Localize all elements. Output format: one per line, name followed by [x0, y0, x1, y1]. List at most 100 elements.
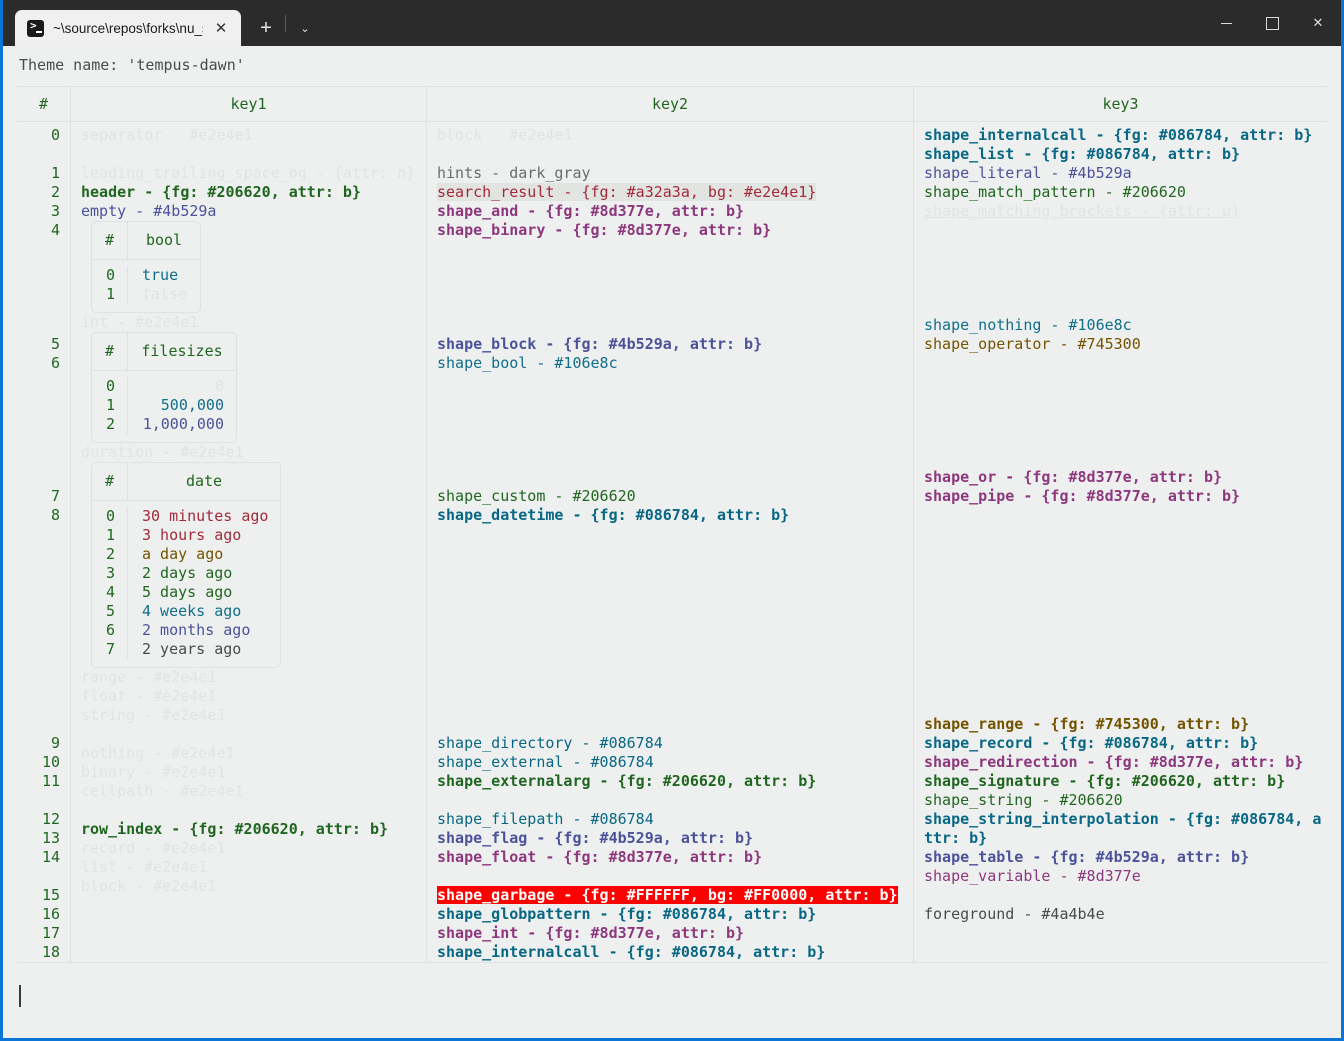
nested-row-value: 30 minutes ago: [142, 507, 269, 525]
nested-row-value: 0: [214, 377, 224, 395]
theme-entry: cellpath - #e2e4e1: [81, 782, 244, 800]
terminal-content[interactable]: Theme name: 'tempus-dawn' # key1 key2 ke…: [3, 46, 1341, 1038]
theme-entry: shape_string - #206620: [924, 791, 1123, 809]
theme-entry: shape_matching_brackets - {attr: u}: [924, 202, 1241, 220]
nested-row-value: a day ago: [142, 545, 224, 563]
theme-entry: empty - #4b529a: [81, 202, 217, 220]
theme-entry: row_index - {fg: #206620, attr: b}: [81, 820, 389, 838]
theme-entry: shape_list - {fg: #086784, attr: b}: [924, 145, 1241, 163]
theme-entry: list - #e2e4e1: [81, 858, 208, 876]
row-index-11: 11: [41, 772, 60, 790]
tab-nu-script[interactable]: ~\source\repos\forks\nu_scrip ✕: [15, 10, 241, 46]
maximize-button[interactable]: [1249, 0, 1295, 46]
theme-entry: shape_range - {fg: #745300, attr: b}: [924, 715, 1250, 733]
theme-entry: duration - #e2e4e1: [81, 443, 244, 461]
nested-row-value: 1,000,000: [142, 415, 224, 433]
theme-entry: shape_external - #086784: [437, 753, 654, 771]
theme-entry: shape_garbage - {fg: #FFFFFF, bg: #FF000…: [437, 886, 898, 904]
nested-table-holder: # bool 0 1 true false: [71, 221, 426, 313]
nested-row-value: 5 days ago: [142, 583, 233, 601]
nested-table-holder: # date 0 1 2 3 4 5 6 7 30 minutes ago 3 hours ago a …: [71, 462, 426, 668]
powershell-icon: [27, 19, 44, 37]
nested-row-index: 6: [105, 621, 115, 639]
theme-entry: shape_externalarg - {fg: #206620, attr: …: [437, 772, 817, 790]
theme-entry: shape_redirection - {fg: #8d377e, attr: …: [924, 753, 1304, 771]
new-tab-button[interactable]: +: [251, 10, 281, 46]
chevron-down-icon[interactable]: ⌄: [290, 10, 320, 46]
close-icon[interactable]: ✕: [209, 16, 233, 40]
nested-row-index: 2: [105, 415, 115, 433]
nested-index-col-filesizes: 012: [92, 377, 128, 434]
theme-entry: string - #e2e4e1: [81, 706, 226, 724]
theme-entry: block - #e2e4e1: [81, 877, 217, 895]
row-index-6: 6: [50, 354, 60, 372]
minimize-button[interactable]: [1203, 0, 1249, 46]
theme-entry: shape_block - {fg: #4b529a, attr: b}: [437, 335, 763, 353]
nested-row-index: 0: [105, 377, 115, 395]
row-index-2: 2: [50, 183, 60, 201]
theme-entry: shape_internalcall - {fg: #086784, attr:…: [924, 126, 1313, 144]
nested-row-value: true: [142, 266, 179, 284]
nested-row-index: 4: [105, 583, 115, 601]
theme-entry: shape_globpattern - {fg: #086784, attr: …: [437, 905, 817, 923]
nested-header-filesizes-0: #: [92, 333, 128, 370]
theme-entry: shape_custom - #206620: [437, 487, 636, 505]
theme-table: # key1 key2 key3 0 1 2 3 4 5 6 7 8 9 10 11 12 13 14 15 1…: [17, 86, 1327, 963]
row-index-1: 1: [50, 164, 60, 182]
theme-entry: shape_literal - #4b529a: [924, 164, 1132, 182]
theme-entry: block - #e2e4e1: [437, 126, 573, 144]
text-cursor: [19, 985, 21, 1007]
theme-entry: range - #e2e4e1: [81, 668, 217, 686]
nested-row-index: 0: [105, 507, 115, 525]
theme-entry: float - #e2e4e1: [81, 687, 217, 705]
theme-entry: shape_binary - {fg: #8d377e, attr: b}: [437, 221, 772, 239]
window-controls: ✕: [1203, 0, 1341, 46]
nested-index-col-date: 01234567: [92, 507, 128, 659]
row-index-18: 18: [41, 943, 60, 961]
column-header-key3: key3: [1102, 94, 1139, 113]
theme-entry: shape_and - {fg: #8d377e, attr: b}: [437, 202, 745, 220]
close-window-button[interactable]: ✕: [1295, 0, 1341, 46]
row-index-17: 17: [41, 924, 60, 942]
theme-entry: shape_variable - #8d377e: [924, 867, 1141, 885]
theme-entry: shape_bool - #106e8c: [437, 354, 618, 372]
nested-row-index: 1: [105, 396, 115, 414]
terminal-prompt[interactable]: [19, 985, 21, 1012]
theme-entry: shape_or - {fg: #8d377e, attr: b}: [924, 468, 1223, 486]
